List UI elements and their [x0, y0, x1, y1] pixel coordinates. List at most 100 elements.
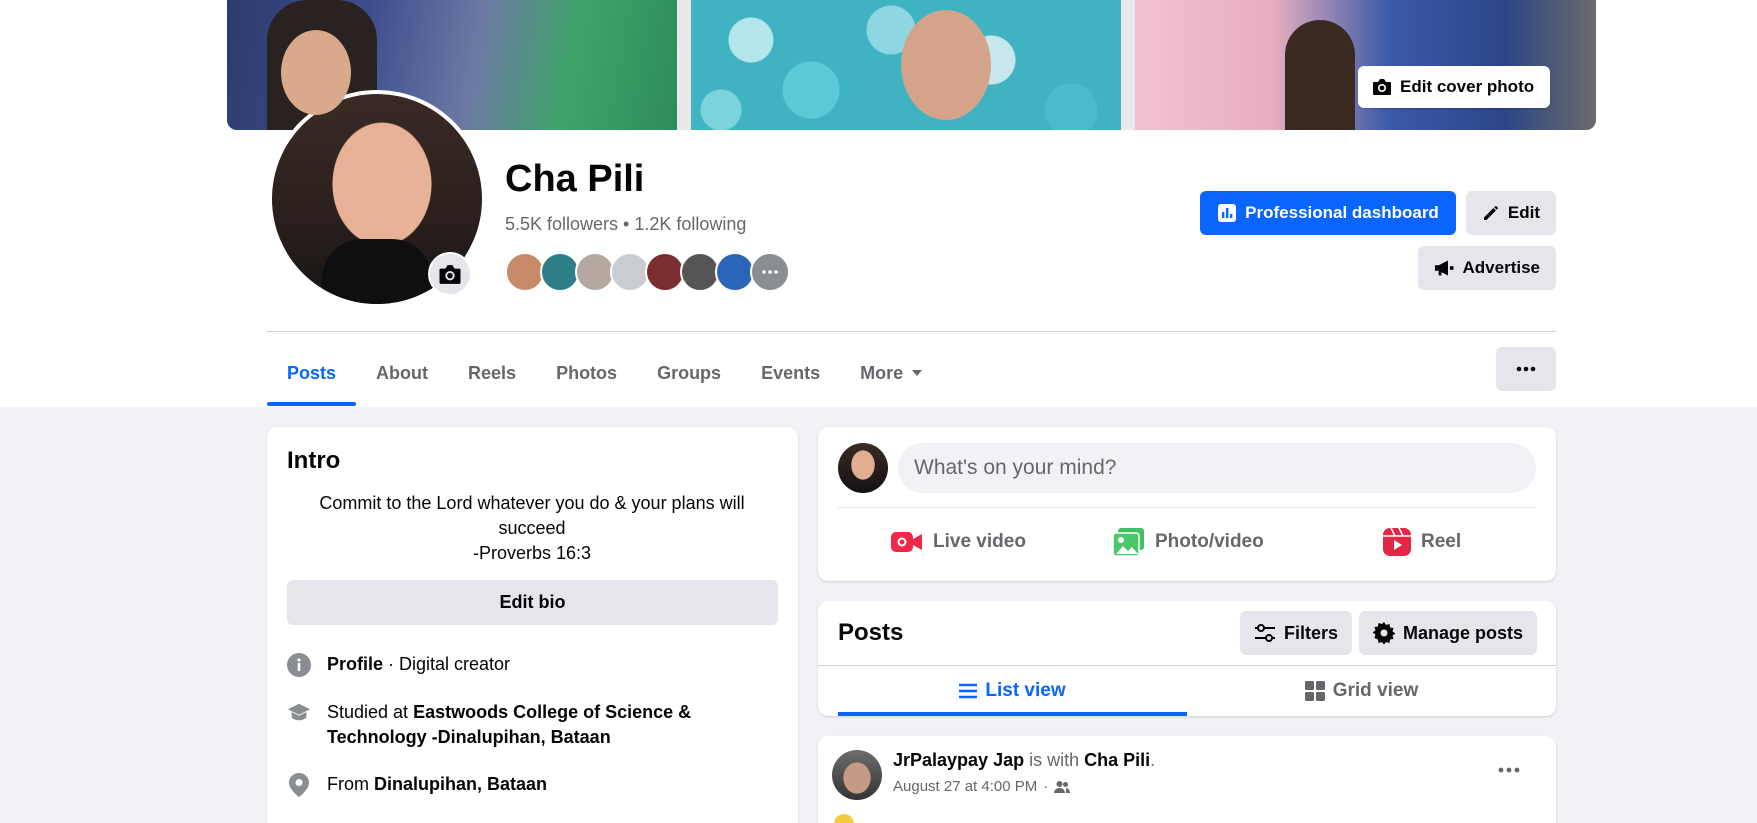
tab-events[interactable]: Events — [741, 340, 840, 406]
intro-profile-row: Profile · Digital creator — [287, 652, 510, 677]
bio-line: succeed — [498, 518, 566, 538]
tab-label: Reels — [468, 362, 517, 383]
manage-posts-button[interactable]: Manage posts — [1359, 611, 1538, 655]
friend-avatar[interactable] — [575, 252, 615, 292]
posts-title: Posts — [838, 619, 904, 646]
whats-on-your-mind-input[interactable]: What's on your mind? — [898, 443, 1536, 493]
more-friends-icon[interactable] — [750, 252, 790, 292]
post-composer: What's on your mind? Live video Photo/vi… — [818, 427, 1556, 581]
tab-label: Groups — [657, 362, 722, 383]
edit-profile-button[interactable]: Edit — [1466, 191, 1556, 235]
filters-button[interactable]: Filters — [1240, 611, 1353, 655]
tab-posts[interactable]: Posts — [267, 340, 357, 406]
post-author-avatar[interactable] — [832, 750, 882, 800]
friend-avatar[interactable] — [610, 252, 650, 292]
hometown-link[interactable]: Dinalupihan, Bataan — [374, 774, 547, 794]
friend-avatars — [505, 252, 790, 292]
post-header-period: . — [1150, 750, 1156, 770]
tab-more[interactable]: More — [840, 340, 943, 406]
post-header: JrPalaypay Jap is with Cha Pili. — [893, 750, 1155, 771]
cover-gap — [677, 0, 691, 130]
intro-hometown-row: From Dinalupihan, Bataan — [287, 772, 547, 797]
meta-separator: · — [1043, 778, 1049, 795]
reel-label: Reel — [1421, 531, 1462, 552]
friends-audience-icon[interactable] — [1054, 780, 1071, 794]
professional-dashboard-label: Professional dashboard — [1245, 203, 1439, 222]
friend-avatar[interactable] — [540, 252, 580, 292]
tagged-user-link[interactable]: Cha Pili — [1084, 750, 1150, 770]
dashboard-icon — [1218, 204, 1237, 222]
intro-card: Intro Commit to the Lord whatever you do… — [267, 427, 798, 823]
professional-dashboard-button[interactable]: Professional dashboard — [1200, 191, 1456, 235]
intro-title: Intro — [287, 447, 341, 474]
cover-photo-panel — [691, 0, 1121, 130]
posts-header-card: Posts Filters Manage posts List view Gri… — [818, 601, 1556, 716]
caret-down-icon — [912, 370, 923, 376]
post-timestamp[interactable]: August 27 at 4:00 PM — [893, 778, 1037, 795]
edit-cover-photo-button[interactable]: Edit cover photo — [1358, 66, 1551, 108]
profile-value: · Digital creator — [383, 654, 511, 674]
pencil-icon — [1483, 206, 1498, 220]
post-card: JrPalaypay Jap is with Cha Pili. August … — [818, 736, 1556, 823]
composer-avatar[interactable] — [838, 443, 888, 493]
grid-view-label: Grid view — [1332, 680, 1419, 701]
profile-more-options-button[interactable] — [1496, 347, 1556, 391]
photo-video-button[interactable]: Photo/video — [1113, 517, 1264, 567]
profile-label: Profile — [327, 654, 384, 674]
reel-icon — [1383, 528, 1411, 556]
from-prefix: From — [327, 774, 374, 794]
post-author-link[interactable]: JrPalaypay Jap — [893, 750, 1024, 770]
list-view-tab[interactable]: List view — [838, 666, 1187, 716]
edit-bio-button[interactable]: Edit bio — [287, 580, 778, 625]
more-dots-icon — [1516, 366, 1536, 372]
with-text: is with — [1024, 750, 1085, 770]
intro-profile-text: Profile · Digital creator — [327, 652, 510, 677]
tab-label: Posts — [287, 362, 337, 383]
photo-video-label: Photo/video — [1155, 531, 1264, 552]
tab-about[interactable]: About — [356, 340, 448, 406]
intro-education-text: Studied at Eastwoods College of Science … — [327, 700, 727, 750]
manage-posts-label: Manage posts — [1403, 622, 1524, 643]
friend-avatar[interactable] — [680, 252, 720, 292]
follower-stats[interactable]: 5.5K followers • 1.2K following — [505, 214, 746, 235]
live-video-label: Live video — [933, 531, 1026, 552]
grid-icon — [1304, 681, 1325, 701]
filters-icon — [1255, 624, 1275, 642]
grid-view-tab[interactable]: Grid view — [1187, 666, 1536, 716]
update-avatar-button[interactable] — [428, 252, 472, 296]
camera-icon — [439, 264, 461, 284]
intro-hometown-text: From Dinalupihan, Bataan — [327, 772, 547, 797]
post-options-button[interactable] — [1498, 760, 1520, 778]
tab-label: More — [860, 362, 904, 383]
list-icon — [959, 683, 978, 699]
camera-icon — [1373, 79, 1391, 95]
intro-bio: Commit to the Lord whatever you do & you… — [287, 491, 777, 566]
profile-name: Cha Pili — [505, 158, 645, 200]
cover-gap — [1121, 0, 1135, 130]
studied-prefix: Studied at — [327, 702, 414, 722]
advertise-button[interactable]: Advertise — [1418, 246, 1556, 290]
location-pin-icon — [287, 772, 311, 797]
info-icon — [287, 652, 311, 677]
live-video-button[interactable]: Live video — [891, 517, 1026, 567]
tab-photos[interactable]: Photos — [536, 340, 637, 406]
tab-groups[interactable]: Groups — [637, 340, 741, 406]
friend-avatar[interactable] — [645, 252, 685, 292]
cover-photo-panel — [1135, 0, 1596, 130]
megaphone-icon — [1434, 260, 1454, 276]
graduation-cap-icon — [287, 700, 311, 750]
tab-reels[interactable]: Reels — [448, 340, 536, 406]
more-dots-icon — [1498, 767, 1520, 773]
friend-avatar[interactable] — [715, 252, 755, 292]
composer-divider — [838, 507, 1536, 508]
profile-tabs: Posts About Reels Photos Groups Events M… — [267, 340, 943, 406]
intro-education-row: Studied at Eastwoods College of Science … — [287, 700, 727, 750]
cover-photo-panel — [227, 0, 677, 130]
tab-label: Events — [761, 362, 821, 383]
reel-button[interactable]: Reel — [1383, 517, 1461, 567]
tab-label: About — [376, 362, 429, 383]
friend-avatar[interactable] — [505, 252, 545, 292]
advertise-label: Advertise — [1462, 258, 1540, 277]
header-divider — [267, 331, 1556, 332]
bio-line: Commit to the Lord whatever you do & you… — [319, 493, 745, 513]
